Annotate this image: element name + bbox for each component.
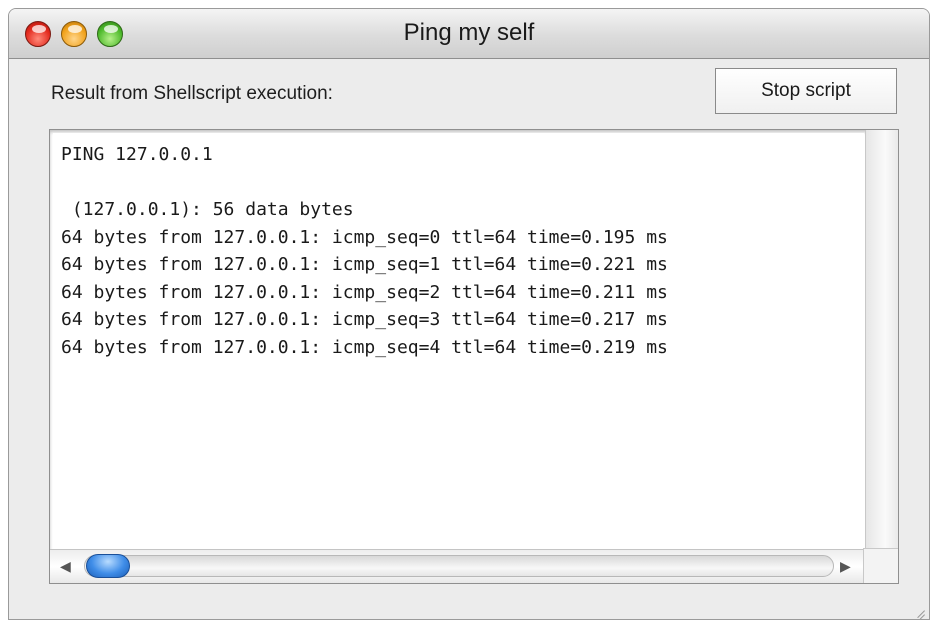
horizontal-scroll-thumb[interactable] — [86, 554, 130, 578]
horizontal-scroll-track[interactable] — [84, 555, 834, 577]
result-label: Result from Shellscript execution: — [51, 83, 333, 104]
output-scroll-view[interactable]: PING 127.0.0.1 (127.0.0.1): 56 data byte… — [49, 129, 899, 584]
stop-script-button[interactable]: Stop script — [715, 68, 897, 114]
horizontal-scrollbar[interactable]: ◀ ▶ — [50, 549, 865, 583]
app-window: Ping my self Result from Shellscript exe… — [8, 8, 930, 620]
title-bar[interactable]: Ping my self — [9, 9, 929, 59]
window-title: Ping my self — [403, 19, 535, 46]
vertical-scrollbar[interactable] — [865, 130, 898, 548]
scroll-right-icon[interactable]: ▶ — [840, 558, 851, 574]
output-text-area[interactable]: PING 127.0.0.1 (127.0.0.1): 56 data byte… — [53, 133, 864, 548]
scroll-corner — [863, 548, 898, 583]
scroll-left-icon[interactable]: ◀ — [60, 558, 71, 574]
resize-grip-icon[interactable] — [911, 601, 927, 619]
